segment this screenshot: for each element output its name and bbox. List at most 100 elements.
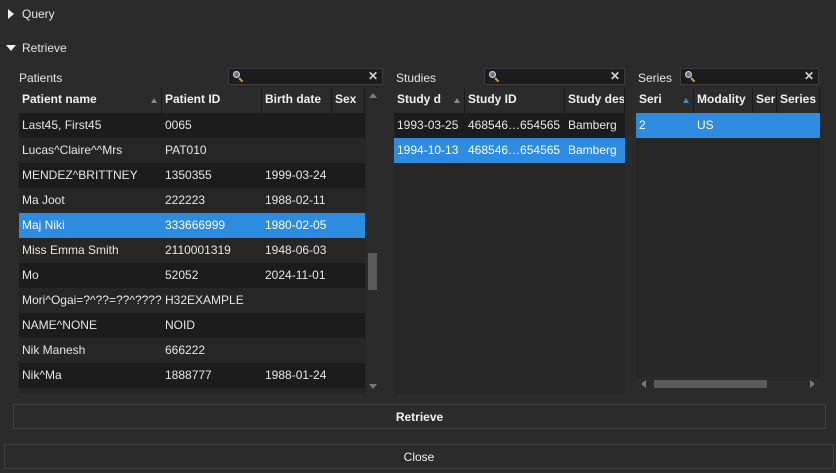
table-cell-id: 2110001319 xyxy=(165,243,231,257)
sort-ascending-icon xyxy=(454,98,460,103)
column-header-study-description[interactable]: Study des xyxy=(565,88,625,113)
retrieve-button[interactable]: Retrieve xyxy=(13,404,826,429)
table-cell-modality: US xyxy=(697,118,714,132)
column-header-modality[interactable]: Modality xyxy=(694,88,753,113)
sort-ascending-icon xyxy=(151,98,157,103)
close-button[interactable]: Close xyxy=(4,444,834,469)
table-cell-birth xyxy=(262,138,332,163)
table-cell-name: Nik Manesh xyxy=(22,343,86,357)
studies-search: ✕ xyxy=(484,68,625,85)
table-row[interactable]: Mori^Ogai=?^??=??^???? H32EXAMPLE xyxy=(19,288,365,313)
table-cell-desc: Bamberg xyxy=(568,143,617,157)
table-row[interactable]: Ma Joot 222223 1988-02-11 xyxy=(19,188,365,213)
column-header-series-number[interactable]: Seri xyxy=(636,88,694,113)
table-cell-id: 222223 xyxy=(165,193,206,207)
table-cell-id: 1888777 xyxy=(165,368,212,382)
series-scroll-thumb[interactable] xyxy=(654,380,767,388)
column-header-patient-id[interactable]: Patient ID xyxy=(162,88,262,113)
column-header-sex[interactable]: Sex xyxy=(332,88,365,113)
table-cell-birth: 1980-02-05 xyxy=(265,218,327,232)
table-cell-sex xyxy=(332,188,365,213)
scroll-right-icon[interactable] xyxy=(810,380,815,388)
table-cell-birth: 1999-03-24 xyxy=(265,168,327,182)
table-row[interactable]: 1993-03-25 468546…654565 Bamberg xyxy=(394,113,625,138)
table-row[interactable]: Maj Niki 333666999 1980-02-05 xyxy=(19,213,365,238)
table-cell-id: 468546…654565 xyxy=(468,118,561,132)
table-cell-id: 468546…654565 xyxy=(468,143,561,157)
table-cell-date: 1993-03-25 xyxy=(397,118,459,132)
scroll-down-icon[interactable] xyxy=(369,384,377,389)
query-section-label: Query xyxy=(22,7,55,21)
search-icon xyxy=(683,69,699,84)
triangle-down-icon xyxy=(0,45,22,51)
patients-vertical-scrollbar[interactable] xyxy=(366,88,383,394)
table-row[interactable]: Mo 52052 2024-11-01 xyxy=(19,263,365,288)
table-cell-id: 52052 xyxy=(165,268,199,282)
clear-icon[interactable]: ✕ xyxy=(802,69,816,84)
table-cell-name: Mori^Ogai=?^??=??^???? xyxy=(22,293,162,307)
column-header-patient-name[interactable]: Patient name xyxy=(19,88,162,113)
studies-table: Study d Study ID Study des 1993-03-25 468… xyxy=(394,88,625,394)
series-search-input[interactable] xyxy=(699,69,802,84)
table-row[interactable]: Nik Manesh 666222 xyxy=(19,338,365,363)
table-cell-sex xyxy=(332,138,365,163)
studies-table-body: 1993-03-25 468546…654565 Bamberg 1994-10-13… xyxy=(394,113,625,163)
table-cell-name: Maj Niki xyxy=(22,218,65,232)
table-row[interactable]: MENDEZ^BRITTNEY 1350355 1999-03-24 xyxy=(19,163,365,188)
table-cell-series_t xyxy=(777,113,820,138)
clear-icon[interactable]: ✕ xyxy=(366,69,380,84)
table-cell-id: PAT010 xyxy=(165,143,207,157)
column-header-series-type[interactable]: Series t xyxy=(777,88,820,113)
table-cell-id: 333666999 xyxy=(165,218,226,232)
table-cell-birth xyxy=(262,113,332,138)
column-header-study-date[interactable]: Study d xyxy=(394,88,465,113)
patients-label: Patients xyxy=(19,71,63,85)
patients-search: ✕ xyxy=(228,68,383,85)
column-header-study-id[interactable]: Study ID xyxy=(465,88,565,113)
table-cell-desc: Bamberg xyxy=(568,118,617,132)
patients-search-input[interactable] xyxy=(247,69,366,84)
column-header-series-ser[interactable]: Ser xyxy=(753,88,777,113)
table-cell-sex xyxy=(332,313,365,338)
table-cell-name: Nik^Ma xyxy=(22,368,62,382)
table-cell-birth xyxy=(262,338,332,363)
scroll-left-icon[interactable] xyxy=(641,380,646,388)
query-section-header[interactable]: Query xyxy=(0,4,55,24)
clear-icon[interactable]: ✕ xyxy=(608,69,622,84)
studies-search-input[interactable] xyxy=(503,69,608,84)
patients-table: Patient name Patient ID Birth date Sex L… xyxy=(19,88,383,394)
table-row[interactable]: Last45, First45 0065 xyxy=(19,113,365,138)
table-cell-sex xyxy=(332,363,365,388)
search-icon xyxy=(487,69,503,84)
table-cell-name: MENDEZ^BRITTNEY xyxy=(22,168,138,182)
table-row[interactable]: Nik^Ma 1888777 1988-01-24 xyxy=(19,363,365,388)
retrieve-section-header[interactable]: Retrieve xyxy=(0,38,67,58)
series-table-header: Seri Modality Ser Series t xyxy=(636,88,820,113)
table-cell-id: H32EXAMPLE xyxy=(165,293,244,307)
triangle-right-icon xyxy=(0,9,22,19)
table-row[interactable]: 1994-10-13 468546…654565 Bamberg xyxy=(394,138,625,163)
series-table: Seri Modality Ser Series t 2 US xyxy=(636,88,820,394)
table-row[interactable]: 2 US xyxy=(636,113,820,138)
table-cell-birth: 1988-01-24 xyxy=(265,368,327,382)
table-cell-name: NAME^NONE xyxy=(22,318,97,332)
table-cell-id: 666222 xyxy=(165,343,206,357)
scroll-up-icon[interactable] xyxy=(369,93,377,98)
patients-scroll-thumb[interactable] xyxy=(368,253,377,290)
table-row[interactable]: NAME^NONE NOID xyxy=(19,313,365,338)
series-horizontal-scrollbar[interactable] xyxy=(636,377,820,394)
table-row[interactable]: Miss Emma Smith 2110001319 1948-06-03 xyxy=(19,238,365,263)
studies-table-header: Study d Study ID Study des xyxy=(394,88,625,113)
table-cell-sex xyxy=(332,213,365,238)
table-row[interactable]: Lucas^Claire^^Mrs PAT010 xyxy=(19,138,365,163)
table-cell-date: 1994-10-13 xyxy=(397,143,459,157)
table-cell-birth: 1988-02-11 xyxy=(265,193,326,207)
sort-ascending-icon xyxy=(683,98,689,103)
search-icon xyxy=(231,69,247,84)
column-header-birth-date[interactable]: Birth date xyxy=(262,88,332,113)
table-cell-birth xyxy=(262,313,332,338)
table-cell-sex xyxy=(332,263,365,288)
table-cell-id: 1350355 xyxy=(165,168,212,182)
table-cell-name: Lucas^Claire^^Mrs xyxy=(22,143,123,157)
table-cell-sex xyxy=(332,113,365,138)
